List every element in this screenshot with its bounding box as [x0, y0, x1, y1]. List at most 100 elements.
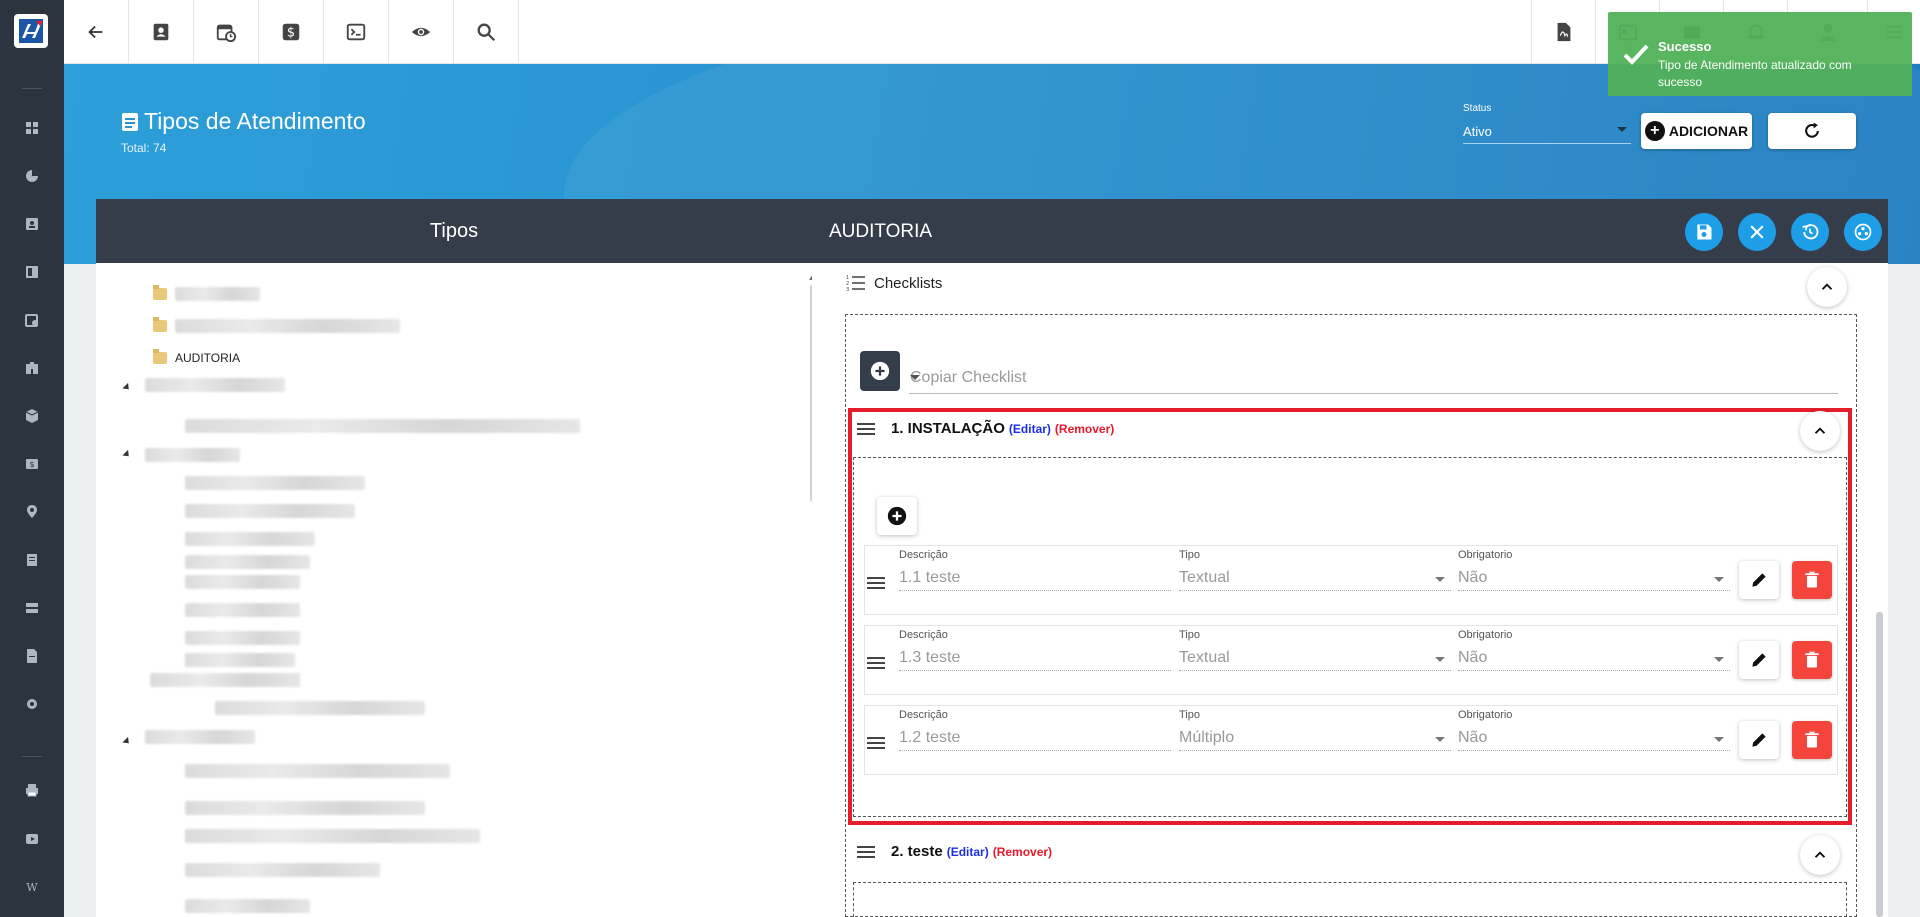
refresh-button[interactable]: [1768, 113, 1856, 149]
terminal-button[interactable]: [324, 0, 389, 63]
add-button[interactable]: + ADICIONAR: [1641, 113, 1752, 149]
description-field[interactable]: Descrição 1.2 teste: [899, 709, 1171, 751]
tree-node[interactable]: [185, 474, 365, 492]
tree-node[interactable]: [185, 651, 295, 669]
pencil-icon: [1752, 573, 1766, 587]
detail-scrollbar[interactable]: [1876, 612, 1883, 917]
box-icon[interactable]: [22, 406, 42, 426]
required-select[interactable]: Obrigatorio Não: [1458, 709, 1730, 751]
tree-node[interactable]: [185, 553, 310, 571]
add-item-button[interactable]: [877, 497, 917, 535]
toast-title: Sucesso: [1658, 39, 1712, 54]
contacts-button[interactable]: [129, 0, 194, 63]
options-button[interactable]: [1844, 213, 1882, 251]
description-field[interactable]: Descrição 1.3 teste: [899, 629, 1171, 671]
settings-gear-icon[interactable]: [22, 694, 42, 714]
edit-item-button[interactable]: [1739, 641, 1779, 679]
drag-handle-icon[interactable]: [867, 656, 885, 670]
back-button[interactable]: [64, 0, 129, 63]
collapse-checklists-button[interactable]: [1807, 267, 1847, 307]
drag-handle-icon[interactable]: [867, 576, 885, 590]
save-button[interactable]: [1685, 213, 1723, 251]
tree-node[interactable]: [215, 699, 425, 717]
drag-handle-icon[interactable]: [867, 736, 885, 750]
wiki-icon[interactable]: W: [22, 877, 42, 897]
status-select[interactable]: Ativo: [1463, 118, 1631, 144]
drag-handle-icon[interactable]: [857, 422, 875, 436]
edit-group-link[interactable]: (Editar): [947, 845, 989, 859]
edit-item-button[interactable]: [1739, 721, 1779, 759]
tree-node[interactable]: [150, 671, 300, 689]
status-value: Ativo: [1463, 124, 1492, 139]
building-icon[interactable]: [22, 358, 42, 378]
group-header-1[interactable]: 1. INSTALAÇÃO (Editar) (Remover): [857, 420, 1114, 437]
calendar-clock-icon[interactable]: [22, 310, 42, 330]
collapse-group-button[interactable]: [1800, 411, 1840, 451]
tree-node[interactable]: [185, 417, 580, 435]
printer-icon[interactable]: [22, 780, 42, 800]
description-field[interactable]: Descrição 1.1 teste: [899, 549, 1171, 591]
edit-group-link[interactable]: (Editar): [1009, 422, 1051, 436]
tree-node[interactable]: [145, 446, 240, 464]
left-rail: $ W: [0, 0, 64, 917]
tree-node[interactable]: [185, 861, 380, 879]
status-label: Status: [1463, 103, 1492, 114]
tree-node[interactable]: [185, 530, 315, 548]
type-select[interactable]: Tipo Textual: [1179, 629, 1451, 671]
required-select[interactable]: Obrigatorio Não: [1458, 549, 1730, 591]
tree-node[interactable]: [185, 601, 300, 619]
board-icon[interactable]: [22, 262, 42, 282]
delete-item-button[interactable]: [1792, 561, 1832, 599]
tree-node[interactable]: [185, 762, 450, 780]
view-button[interactable]: [389, 0, 454, 63]
schedule-button[interactable]: [194, 0, 259, 63]
close-button[interactable]: [1738, 213, 1776, 251]
pie-chart-icon[interactable]: [22, 166, 42, 186]
tree-node[interactable]: [185, 573, 300, 591]
money-icon[interactable]: $: [22, 454, 42, 474]
search-button[interactable]: [454, 0, 519, 63]
remove-group-link[interactable]: (Remover): [1055, 422, 1114, 436]
delete-item-button[interactable]: [1792, 641, 1832, 679]
plus-circle-icon: +: [1644, 121, 1665, 141]
dashboard-icon[interactable]: [22, 118, 42, 138]
location-icon[interactable]: [22, 502, 42, 522]
document-list-icon[interactable]: [22, 550, 42, 570]
server-icon[interactable]: [22, 598, 42, 618]
video-icon[interactable]: [22, 829, 42, 849]
type-select[interactable]: Tipo Múltiplo: [1179, 709, 1451, 751]
drag-handle-icon[interactable]: [857, 845, 875, 859]
collapse-group-button[interactable]: [1800, 835, 1840, 875]
tree-node[interactable]: [145, 376, 285, 394]
type-select[interactable]: Tipo Textual: [1179, 549, 1451, 591]
group-header-2[interactable]: 2. teste (Editar) (Remover): [857, 843, 1052, 860]
redacted-label: [185, 555, 310, 569]
contact-icon[interactable]: [22, 214, 42, 234]
tree-node[interactable]: [185, 799, 425, 817]
numbered-list-icon: 123: [846, 275, 865, 292]
pdf-button[interactable]: [1531, 0, 1595, 63]
required-select[interactable]: Obrigatorio Não: [1458, 629, 1730, 671]
copy-checklist-select[interactable]: Copiar Checklist: [909, 362, 1838, 394]
tree-node[interactable]: [153, 285, 260, 303]
tree-node[interactable]: [153, 317, 400, 335]
trash-icon: [1805, 651, 1819, 668]
tree-node[interactable]: [185, 502, 355, 520]
file-icon[interactable]: [22, 646, 42, 666]
tree-node[interactable]: [185, 629, 300, 647]
add-checklist-button[interactable]: [860, 351, 900, 391]
tree-node[interactable]: [185, 827, 480, 845]
finance-button[interactable]: $: [259, 0, 324, 63]
tree-node[interactable]: [145, 728, 255, 746]
chevron-down-icon: [1714, 577, 1724, 582]
delete-item-button[interactable]: [1792, 721, 1832, 759]
tree-node-auditoria[interactable]: AUDITORIA: [153, 349, 240, 367]
pencil-icon: [1752, 733, 1766, 747]
app-logo[interactable]: [14, 14, 48, 48]
tree-node[interactable]: [185, 897, 310, 915]
edit-item-button[interactable]: [1739, 561, 1779, 599]
remove-group-link[interactable]: (Remover): [993, 845, 1052, 859]
detail-panel-header: AUDITORIA: [812, 199, 1888, 263]
history-button[interactable]: [1791, 213, 1829, 251]
success-toast[interactable]: Sucesso Tipo de Atendimento atualizado c…: [1608, 12, 1912, 96]
